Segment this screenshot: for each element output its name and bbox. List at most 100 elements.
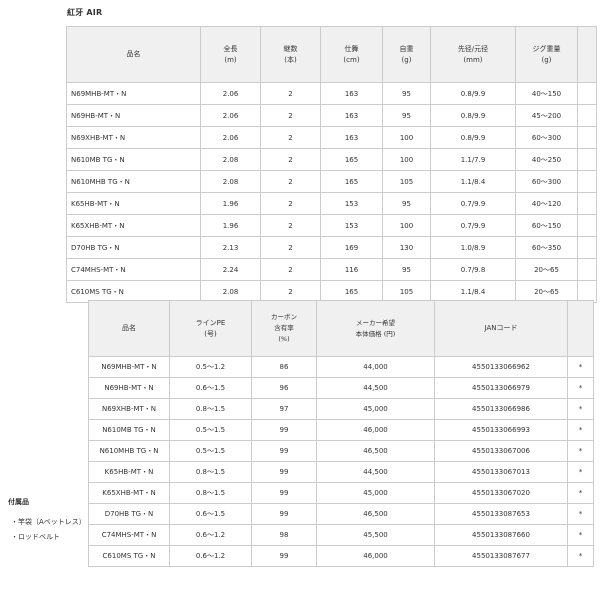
cell-list-price: 46,500 xyxy=(316,503,435,525)
cell-list-price: 45,500 xyxy=(316,524,435,546)
table-row: N610MB TG・N 0.5〜1.5 99 46,000 4550133066… xyxy=(88,419,594,441)
page-title: 紅牙 AIR xyxy=(67,8,103,17)
table-row: D70HB TG・N 0.6〜1.5 99 46,500 45501330876… xyxy=(88,503,594,525)
cell-blank xyxy=(577,214,597,237)
cell-jig-weight: 60〜300 xyxy=(515,126,578,149)
cell-line-pe: 0.6〜1.2 xyxy=(169,524,252,546)
cell-list-price: 44,500 xyxy=(316,461,435,483)
header-note xyxy=(567,300,594,357)
table-row: N69HB-MT・N 2.06 2 163 95 0.8/9.9 45〜200 xyxy=(66,104,597,127)
cell-product-name: K65HB-MT・N xyxy=(88,461,170,483)
cell-line-pe: 0.6〜1.2 xyxy=(169,545,252,567)
price-table: 品名 ラインPE (号) カーボン 含有率 (%) メーカー希望 本体価格 (円… xyxy=(88,300,594,567)
cell-carbon-content: 97 xyxy=(251,398,317,420)
accessories-section: 付属品 ・竿袋（Aベットレス） ・ロッドベルト xyxy=(8,497,86,547)
header-product-name: 品名 xyxy=(66,26,201,83)
cell-line-pe: 0.8〜1.5 xyxy=(169,461,252,483)
cell-blank xyxy=(577,148,597,171)
cell-product-name: N69XHB-MT・N xyxy=(66,126,201,149)
spec-table-header-row: 品名 全長 (m) 継数 (本) 仕舞 (cm) 自重 (g) 先径/元径 (m… xyxy=(66,26,597,83)
cell-product-name: C74MHS-MT・N xyxy=(88,524,170,546)
cell-diameter: 0.8/9.9 xyxy=(430,82,516,105)
cell-blank xyxy=(577,82,597,105)
cell-product-name: D70HB TG・N xyxy=(66,236,201,259)
cell-length: 1.96 xyxy=(200,192,261,215)
cell-pieces: 2 xyxy=(260,170,321,193)
cell-diameter: 0.8/9.9 xyxy=(430,104,516,127)
header-product-name: 品名 xyxy=(88,300,170,357)
cell-jan-code: 4550133067006 xyxy=(434,440,568,462)
cell-weight: 95 xyxy=(382,82,431,105)
cell-closed-length: 163 xyxy=(320,104,383,127)
header-blank xyxy=(577,26,597,83)
cell-jan-code: 4550133066986 xyxy=(434,398,568,420)
table-row: N610MB TG・N 2.08 2 165 100 1.1/7.9 40〜25… xyxy=(66,148,597,171)
cell-pieces: 2 xyxy=(260,104,321,127)
cell-line-pe: 0.6〜1.5 xyxy=(169,503,252,525)
cell-carbon-content: 99 xyxy=(251,440,317,462)
cell-length: 2.08 xyxy=(200,170,261,193)
cell-product-name: N610MB TG・N xyxy=(66,148,201,171)
table-row: N69XHB-MT・N 2.06 2 163 100 0.8/9.9 60〜30… xyxy=(66,126,597,149)
cell-jan-code: 4550133087677 xyxy=(434,545,568,567)
table-row: K65XHB-MT・N 1.96 2 153 100 0.7/9.9 60〜15… xyxy=(66,214,597,237)
table-row: K65XHB-MT・N 0.8〜1.5 99 45,000 4550133067… xyxy=(88,482,594,504)
cell-note-mark: * xyxy=(567,545,594,567)
header-closed-length: 仕舞 (cm) xyxy=(320,26,383,83)
table-row: C74MHS-MT・N 2.24 2 116 95 0.7/9.8 20〜65 xyxy=(66,258,597,281)
header-carbon-content: カーボン 含有率 (%) xyxy=(251,300,317,357)
cell-length: 1.96 xyxy=(200,214,261,237)
cell-note-mark: * xyxy=(567,482,594,504)
cell-line-pe: 0.8〜1.5 xyxy=(169,398,252,420)
cell-product-name: K65HB-MT・N xyxy=(66,192,201,215)
cell-closed-length: 169 xyxy=(320,236,383,259)
table-row: N610MHB TG・N 2.08 2 165 105 1.1/8.4 60〜3… xyxy=(66,170,597,193)
cell-pieces: 2 xyxy=(260,126,321,149)
cell-diameter: 0.7/9.9 xyxy=(430,192,516,215)
spec-table: 品名 全長 (m) 継数 (本) 仕舞 (cm) 自重 (g) 先径/元径 (m… xyxy=(66,26,597,303)
cell-note-mark: * xyxy=(567,440,594,462)
cell-pieces: 2 xyxy=(260,148,321,171)
cell-note-mark: * xyxy=(567,398,594,420)
cell-weight: 100 xyxy=(382,214,431,237)
cell-note-mark: * xyxy=(567,419,594,441)
cell-pieces: 2 xyxy=(260,82,321,105)
cell-note-mark: * xyxy=(567,356,594,378)
cell-jig-weight: 40〜120 xyxy=(515,192,578,215)
cell-pieces: 2 xyxy=(260,192,321,215)
cell-blank xyxy=(577,126,597,149)
cell-jig-weight: 40〜150 xyxy=(515,82,578,105)
cell-closed-length: 163 xyxy=(320,82,383,105)
cell-length: 2.06 xyxy=(200,126,261,149)
accessories-title: 付属品 xyxy=(8,498,29,506)
cell-list-price: 45,000 xyxy=(316,482,435,504)
cell-note-mark: * xyxy=(567,461,594,483)
cell-weight: 95 xyxy=(382,192,431,215)
cell-line-pe: 0.6〜1.5 xyxy=(169,377,252,399)
cell-note-mark: * xyxy=(567,503,594,525)
cell-closed-length: 153 xyxy=(320,192,383,215)
cell-product-name: K65XHB-MT・N xyxy=(88,482,170,504)
cell-length: 2.08 xyxy=(200,148,261,171)
cell-closed-length: 153 xyxy=(320,214,383,237)
cell-closed-length: 163 xyxy=(320,126,383,149)
header-jig-weight: ジグ重量 (g) xyxy=(515,26,578,83)
table-row: D70HB TG・N 2.13 2 169 130 1.0/8.9 60〜350 xyxy=(66,236,597,259)
header-weight: 自重 (g) xyxy=(382,26,431,83)
cell-weight: 100 xyxy=(382,126,431,149)
table-row: C610MS TG・N 0.6〜1.2 99 46,000 4550133087… xyxy=(88,545,594,567)
cell-product-name: N610MHB TG・N xyxy=(66,170,201,193)
cell-line-pe: 0.8〜1.5 xyxy=(169,482,252,504)
cell-diameter: 0.7/9.9 xyxy=(430,214,516,237)
cell-jig-weight: 60〜300 xyxy=(515,170,578,193)
cell-carbon-content: 96 xyxy=(251,377,317,399)
cell-jig-weight: 60〜150 xyxy=(515,214,578,237)
cell-jan-code: 4550133067013 xyxy=(434,461,568,483)
cell-jan-code: 4550133066979 xyxy=(434,377,568,399)
cell-jan-code: 4550133087653 xyxy=(434,503,568,525)
cell-carbon-content: 99 xyxy=(251,482,317,504)
cell-product-name: N69HB-MT・N xyxy=(88,377,170,399)
table-row: N69MHB-MT・N 2.06 2 163 95 0.8/9.9 40〜150 xyxy=(66,82,597,105)
table-row: N69HB-MT・N 0.6〜1.5 96 44,500 45501330669… xyxy=(88,377,594,399)
cell-list-price: 46,000 xyxy=(316,545,435,567)
